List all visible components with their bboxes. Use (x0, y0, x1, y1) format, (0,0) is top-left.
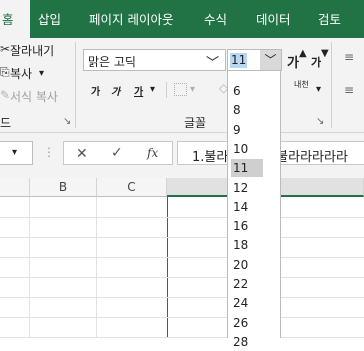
name-box[interactable]: ▾ (0, 141, 33, 165)
font-size-option[interactable]: 18 (231, 236, 263, 254)
font-size-combobox[interactable]: 11 ﹀ (227, 49, 282, 71)
font-size-option[interactable]: 8 (231, 101, 263, 119)
format-painter-button[interactable]: 서식 복사 (10, 88, 58, 105)
italic-button[interactable]: 가 (111, 83, 120, 98)
borders-icon[interactable] (174, 83, 187, 96)
column-header-a[interactable] (0, 178, 30, 197)
align-left-icon[interactable]: ≡ (344, 83, 354, 97)
formula-bar: ▾ ⋮ ✕ ✓ fx 1.불라라라라라불라라라라라 (0, 133, 364, 178)
ribbon: ✂ 잘라내기 ⎘ 복사 ▾ ✎ 서식 복사 드 ↘ 맑은 고딕 ﹀ 11 ﹀ 가… (0, 38, 364, 133)
grid-line (0, 237, 364, 238)
name-box-dropdown-icon[interactable]: ▾ (12, 147, 17, 158)
font-size-option[interactable]: 6 (231, 82, 263, 100)
font-group-label: 글꼴 (184, 116, 207, 130)
increase-font-size-arrow-icon: ▲ (299, 48, 307, 59)
font-size-option[interactable]: 24 (231, 294, 263, 312)
phonetic-guide-button[interactable]: 내천 (294, 81, 309, 89)
grid-line (0, 217, 364, 218)
font-dialog-launcher-icon[interactable]: ↘ (316, 116, 324, 127)
clipboard-dialog-launcher-icon[interactable]: ↘ (63, 116, 71, 127)
font-size-option[interactable]: 22 (231, 275, 263, 293)
copy-button[interactable]: 복사 (10, 65, 32, 82)
column-header-c[interactable]: C (97, 178, 167, 197)
formula-buttons: ✕ ✓ fx (63, 141, 173, 165)
underline-button[interactable]: 가 (134, 83, 143, 98)
cut-button[interactable]: 잘라내기 (10, 42, 54, 59)
decrease-font-size-button[interactable]: 가 (311, 54, 321, 70)
group-divider (75, 42, 76, 128)
font-name-chevron-down-icon[interactable]: ﹀ (206, 52, 219, 71)
font-name-combobox[interactable]: 맑은 고딕 ﹀ (83, 49, 226, 71)
underline-dropdown-icon[interactable]: ▾ (150, 84, 155, 95)
tab-page-layout[interactable]: 페이지 레이아웃 (89, 0, 173, 38)
tab-review[interactable]: 검토 (318, 0, 341, 38)
font-size-option[interactable]: 9 (231, 121, 263, 139)
align-top-icon[interactable]: ≡ (344, 50, 354, 64)
grid-line (0, 297, 364, 298)
tab-home[interactable]: 홈 (0, 0, 30, 38)
decrease-font-size-arrow-icon: ▼ (321, 48, 329, 59)
tab-formulas[interactable]: 수식 (204, 0, 227, 38)
format-painter-icon: ✎ (0, 88, 11, 102)
font-size-option[interactable]: 16 (231, 217, 263, 235)
font-size-chevron-down-icon[interactable]: ﹀ (260, 50, 281, 70)
formula-bar-grip-icon: ⋮ (43, 145, 55, 159)
worksheet-grid[interactable]: B C D (0, 178, 364, 338)
copy-dropdown-icon[interactable]: ▾ (39, 68, 44, 79)
grid-line (0, 317, 364, 318)
font-size-option[interactable]: 11 (231, 159, 263, 178)
cancel-icon[interactable]: ✕ (76, 146, 88, 162)
borders-dropdown-icon[interactable]: ▾ (190, 84, 195, 95)
font-name-value: 맑은 고딕 (88, 55, 136, 69)
font-size-input[interactable]: 11 (230, 53, 248, 68)
ribbon-tab-bar: 홈 삽입 페이지 레이아웃 수식 데이터 검토 (0, 0, 364, 38)
clipboard-group-label: 드 (0, 116, 12, 130)
cut-icon: ✂ (0, 42, 11, 56)
increase-font-size-button[interactable]: 가 (287, 52, 299, 71)
font-size-option[interactable]: 12 (231, 179, 263, 197)
phonetic-dropdown-icon[interactable]: ▾ (316, 84, 321, 95)
enter-icon[interactable]: ✓ (111, 145, 123, 161)
insert-function-icon[interactable]: fx (147, 146, 158, 160)
copy-icon: ⎘ (0, 65, 10, 79)
font-size-option[interactable]: 14 (231, 198, 263, 216)
font-size-option[interactable]: 10 (231, 140, 263, 158)
font-size-option[interactable]: 20 (231, 256, 263, 274)
tab-insert[interactable]: 삽입 (38, 0, 61, 38)
group-divider (331, 42, 332, 128)
font-size-option[interactable]: 28 (231, 333, 263, 351)
button-divider (166, 82, 167, 98)
font-size-option[interactable]: 26 (231, 314, 263, 332)
tab-data[interactable]: 데이터 (256, 0, 291, 38)
bold-button[interactable]: 가 (91, 83, 100, 98)
column-header-b[interactable]: B (30, 178, 97, 197)
font-size-dropdown-list[interactable]: 6 8 9 10 11 12 14 16 18 20 22 24 26 28 (227, 70, 281, 349)
grid-line (0, 277, 364, 278)
grid-line (0, 257, 364, 258)
